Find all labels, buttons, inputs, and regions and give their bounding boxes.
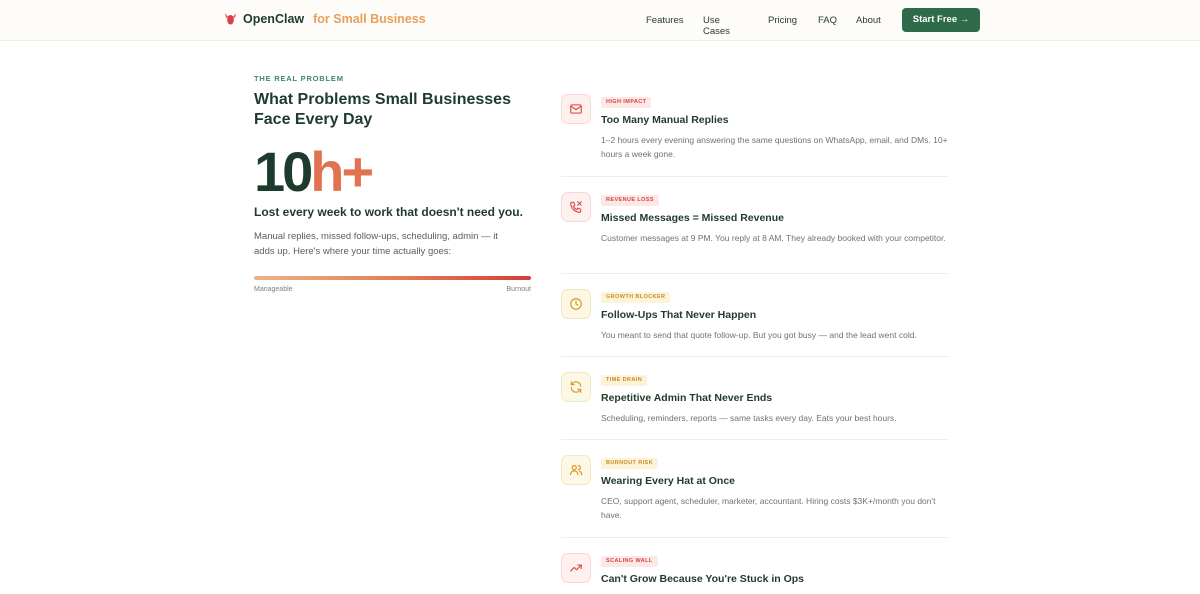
- problem-description: CEO, support agent, scheduler, marketer,…: [601, 496, 936, 520]
- burnout-scale: Manageable Burnout: [254, 276, 531, 293]
- brand-name: OpenClaw: [243, 12, 305, 26]
- problem-intro: THE REAL PROBLEM What Problems Small Bus…: [254, 74, 534, 293]
- stat-number: 10: [254, 140, 313, 203]
- problem-title: Repetitive Admin That Never Ends: [601, 392, 773, 404]
- problem-title: Follow-Ups That Never Happen: [601, 309, 757, 321]
- problem-item: TIME DRAIN Repetitive Admin That Never E…: [561, 358, 949, 440]
- impact-badge: GROWTH BLOCKER: [601, 292, 671, 303]
- scale-high-label: Burnout: [506, 286, 531, 293]
- problem-item: SCALING WALL Can't Grow Because You're S…: [561, 539, 949, 594]
- impact-badge: BURNOUT RISK: [601, 458, 658, 469]
- nav-link-pricing[interactable]: Pricing: [768, 15, 797, 26]
- top-navbar: OpenClaw for Small Business Features Use…: [0, 0, 1200, 41]
- burnout-gradient-bar: [254, 276, 531, 280]
- stat-caption: Lost every week to work that doesn't nee…: [254, 205, 523, 219]
- impact-badge: HIGH IMPACT: [601, 97, 652, 108]
- nav-link-about[interactable]: About: [856, 15, 881, 26]
- problem-title: Can't Grow Because You're Stuck in Ops: [601, 573, 804, 585]
- problem-description: Scheduling, reminders, reports — same ta…: [601, 413, 897, 423]
- trending-up-icon: [561, 553, 591, 583]
- brand[interactable]: OpenClaw for Small Business: [224, 12, 426, 26]
- section-eyebrow: THE REAL PROBLEM: [254, 74, 344, 83]
- problem-description: You meant to send that quote follow-up. …: [601, 330, 917, 340]
- problem-item: HIGH IMPACT Too Many Manual Replies 1–2 …: [561, 80, 949, 177]
- stat-unit: h+: [310, 140, 374, 203]
- nav-link-features[interactable]: Features: [646, 15, 684, 26]
- problem-title: Missed Messages = Missed Revenue: [601, 212, 784, 224]
- intro-body: Manual replies, missed follow-ups, sched…: [254, 231, 498, 257]
- users-icon: [561, 455, 591, 485]
- impact-badge: TIME DRAIN: [601, 375, 648, 386]
- brand-subtitle: for Small Business: [313, 12, 426, 26]
- scale-low-label: Manageable: [254, 286, 293, 293]
- hours-stat: 10h+: [254, 142, 534, 202]
- clock-icon: [561, 289, 591, 319]
- mail-icon: [561, 94, 591, 124]
- problem-description: Customer messages at 9 PM. You reply at …: [601, 233, 946, 243]
- phone-missed-icon: [561, 192, 591, 222]
- start-free-button[interactable]: Start Free →: [902, 8, 980, 32]
- problem-item: BURNOUT RISK Wearing Every Hat at Once C…: [561, 441, 949, 538]
- problem-item: REVENUE LOSS Missed Messages = Missed Re…: [561, 178, 949, 274]
- claw-logo-icon: [225, 13, 236, 25]
- section-heading: What Problems Small Businesses Face Ever…: [254, 91, 511, 128]
- nav-link-use-cases[interactable]: Use Cases: [703, 15, 730, 37]
- impact-badge: REVENUE LOSS: [601, 195, 659, 206]
- refresh-icon: [561, 372, 591, 402]
- problem-description: 1–2 hours every evening answering the sa…: [601, 135, 948, 159]
- impact-badge: SCALING WALL: [601, 556, 658, 567]
- problem-title: Too Many Manual Replies: [601, 114, 729, 126]
- problem-title: Wearing Every Hat at Once: [601, 475, 736, 487]
- problem-item: GROWTH BLOCKER Follow-Ups That Never Hap…: [561, 275, 949, 357]
- nav-link-faq[interactable]: FAQ: [818, 15, 837, 26]
